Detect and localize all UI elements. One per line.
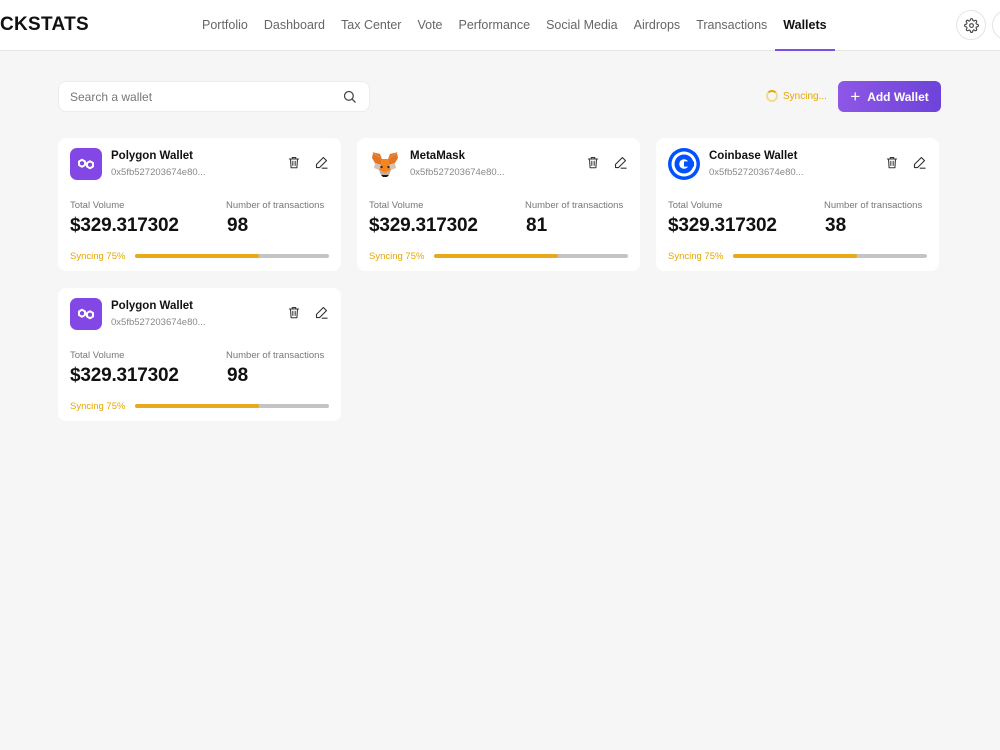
total-volume-value: $329.317302 <box>668 215 777 236</box>
transactions-label: Number of transactions <box>226 350 325 361</box>
sync-label: Syncing 75% <box>369 251 425 262</box>
edit-icon[interactable] <box>912 155 927 170</box>
sync-status: Syncing... <box>766 90 827 102</box>
add-wallet-button[interactable]: + Add Wallet <box>838 81 941 112</box>
coinbase-icon <box>668 148 700 180</box>
plus-icon: + <box>850 87 861 106</box>
nav-item-wallets[interactable]: Wallets <box>775 0 835 51</box>
total-volume-label: Total Volume <box>70 200 125 211</box>
edit-icon[interactable] <box>314 305 329 320</box>
wallet-card[interactable]: Coinbase Wallet 0x5fb527203674e80... Tot… <box>656 138 939 271</box>
wallet-address: 0x5fb527203674e80... <box>709 167 804 178</box>
polygon-icon <box>70 298 102 330</box>
total-volume-value: $329.317302 <box>70 365 179 386</box>
wallet-address: 0x5fb527203674e80... <box>111 317 206 328</box>
total-volume-label: Total Volume <box>369 200 424 211</box>
edit-icon[interactable] <box>314 155 329 170</box>
sync-label: Syncing 75% <box>70 251 126 262</box>
sync-progress-fill <box>733 254 858 258</box>
nav-item-tax-center[interactable]: Tax Center <box>333 0 409 50</box>
transactions-count: 98 <box>227 365 249 386</box>
nav-item-dashboard[interactable]: Dashboard <box>256 0 333 50</box>
wallet-card[interactable]: Polygon Wallet 0x5fb527203674e80... Tota… <box>58 288 341 421</box>
spinner-icon <box>766 90 778 102</box>
gear-icon <box>963 17 979 33</box>
sync-label: Syncing 75% <box>70 401 126 412</box>
add-wallet-label: Add Wallet <box>867 89 929 104</box>
sync-label: Syncing 75% <box>668 251 724 262</box>
wallet-card[interactable]: Polygon Wallet 0x5fb527203674e80... Tota… <box>58 138 341 271</box>
main-nav: Portfolio Dashboard Tax Center Vote Perf… <box>194 0 835 51</box>
top-navigation-bar: CKSTATS Portfolio Dashboard Tax Center V… <box>0 0 1000 51</box>
wallet-name: Coinbase Wallet <box>709 150 798 162</box>
transactions-count: 81 <box>526 215 548 236</box>
nav-item-performance[interactable]: Performance <box>451 0 539 50</box>
sync-progress-bar <box>135 404 329 408</box>
wallet-name: Polygon Wallet <box>111 300 193 312</box>
transactions-count: 38 <box>825 215 847 236</box>
sync-progress-fill <box>135 404 260 408</box>
app-logo: CKSTATS <box>0 14 90 35</box>
total-volume-value: $329.317302 <box>70 215 179 236</box>
wallet-card[interactable]: MetaMask 0x5fb527203674e80... Total Volu… <box>357 138 640 271</box>
total-volume-label: Total Volume <box>70 350 125 361</box>
wallet-address: 0x5fb527203674e80... <box>410 167 505 178</box>
edit-icon[interactable] <box>613 155 628 170</box>
metamask-icon <box>372 152 398 177</box>
wallet-search <box>58 81 370 112</box>
trash-icon[interactable] <box>287 305 301 320</box>
nav-item-vote[interactable]: Vote <box>409 0 450 50</box>
sync-progress-bar <box>434 254 628 258</box>
settings-button[interactable] <box>956 10 986 40</box>
trash-icon[interactable] <box>885 155 899 170</box>
nav-item-transactions[interactable]: Transactions <box>688 0 775 50</box>
sync-progress-bar <box>135 254 329 258</box>
trash-icon[interactable] <box>287 155 301 170</box>
sync-progress-fill <box>135 254 260 258</box>
sync-progress-bar <box>733 254 927 258</box>
sync-status-label: Syncing... <box>783 90 827 102</box>
transactions-label: Number of transactions <box>226 200 325 211</box>
search-input[interactable] <box>70 82 330 111</box>
wallet-name: Polygon Wallet <box>111 150 193 162</box>
total-volume-label: Total Volume <box>668 200 723 211</box>
search-icon[interactable] <box>342 89 357 104</box>
wallet-address: 0x5fb527203674e80... <box>111 167 206 178</box>
nav-item-portfolio[interactable]: Portfolio <box>194 0 256 50</box>
wallet-name: MetaMask <box>410 150 465 162</box>
nav-item-social-media[interactable]: Social Media <box>538 0 626 50</box>
transactions-count: 98 <box>227 215 249 236</box>
total-volume-value: $329.317302 <box>369 215 478 236</box>
transactions-label: Number of transactions <box>525 200 624 211</box>
profile-button[interactable] <box>992 10 1000 40</box>
transactions-label: Number of transactions <box>824 200 923 211</box>
nav-item-airdrops[interactable]: Airdrops <box>626 0 689 50</box>
sync-progress-fill <box>434 254 559 258</box>
polygon-icon <box>70 148 102 180</box>
trash-icon[interactable] <box>586 155 600 170</box>
